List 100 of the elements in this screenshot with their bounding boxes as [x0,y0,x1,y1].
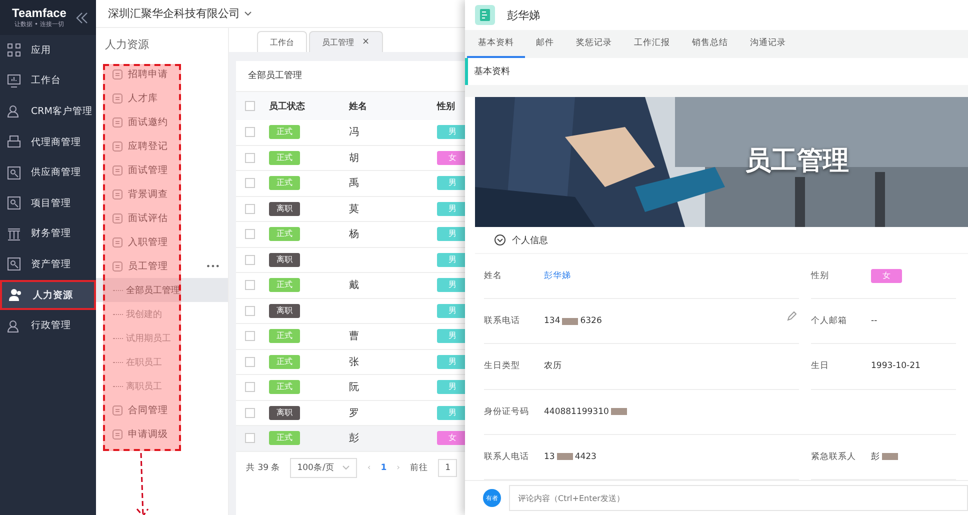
checkbox[interactable] [244,382,254,392]
menu-item[interactable]: 背景调查 [96,182,168,206]
company-selector[interactable]: 深圳汇聚华企科技有限公司 [108,6,252,21]
status-tag: 正式 [269,329,300,344]
table-cell: 罗 [349,408,359,419]
field-value: 1993-10-21 [871,361,920,372]
goto-field[interactable]: 1 [438,458,458,476]
column-header[interactable]: 姓名 [343,100,431,112]
checkbox[interactable] [244,229,254,240]
menu-item[interactable]: 面试评估 [96,206,168,230]
checkbox[interactable] [244,254,254,265]
comment-field[interactable]: 评论内容（Ctrl+Enter发送） [509,485,968,511]
banner-caption: 员工管理 [745,145,849,178]
field-label: 姓名 [484,270,503,282]
detail-tab[interactable]: 邮件 [525,30,565,58]
document-icon [112,68,123,80]
checkbox[interactable] [244,356,254,367]
menu-item[interactable]: 申请调级 [96,422,168,446]
group-title: 个人信息 [512,234,548,246]
detail-tab[interactable]: 沟通记录 [739,30,797,58]
status-tag: 正式 [269,125,300,140]
menu-item[interactable]: 招聘申请 [96,62,168,86]
field-value: 农历 [544,360,562,372]
gender-tag: 男 [437,202,468,216]
chevron-down-icon [244,10,252,16]
sidebar-item[interactable]: 资产管理 [0,249,96,280]
sidebar-item[interactable]: 财务管理 [0,218,96,250]
page-number[interactable]: 1 [380,462,387,472]
gender-tag: 男 [437,227,468,242]
detail-tab[interactable]: 奖惩记录 [565,30,623,58]
collapse-icon[interactable] [494,234,506,246]
sidebar-item[interactable]: 行政管理 [0,310,96,341]
field-label: 身份证号码 [484,406,530,418]
checkbox[interactable] [244,178,254,188]
table-cell: 戴 [349,280,359,292]
sidebar-item[interactable]: 人力资源 [0,280,96,310]
field-label: 紧急联系人 [811,450,857,463]
gender-tag: 男 [437,329,468,344]
name-link[interactable]: 彭华娣 [544,270,571,282]
status-tag: 离职 [269,252,300,267]
menu-item[interactable]: 应聘登记 [96,134,168,158]
sidebar-item[interactable]: 应用 [0,35,96,66]
status-tag: 正式 [269,380,300,394]
document-icon [112,188,123,200]
document-icon [112,116,123,128]
checkbox[interactable] [244,152,254,163]
menu-item[interactable]: 面试管理 [96,158,168,182]
page-tab[interactable]: 工作台 [257,31,307,52]
field-value: 13 [544,452,555,462]
column-header[interactable]: 性别 [431,100,461,112]
detail-tab[interactable]: 基本资料 [467,30,525,58]
menu-item[interactable]: 合同管理 [96,398,168,422]
redaction-mark [610,408,627,416]
checkbox[interactable] [244,408,254,418]
field-label: 性别 [811,270,830,282]
gender-tag: 男 [437,176,468,190]
field-value: -- [871,316,878,326]
document-icon [112,236,123,248]
gender-tag: 男 [437,252,468,267]
menu-item[interactable]: 面试邀约 [96,110,168,134]
status-tag: 离职 [269,304,300,318]
table-cell: 莫 [349,204,359,215]
checkbox[interactable] [244,101,254,111]
status-tag: 离职 [269,406,300,420]
checkbox[interactable] [244,280,254,290]
detail-tab[interactable]: 工作汇报 [623,30,681,58]
column-header[interactable]: 员工状态 [263,100,343,112]
menu-item[interactable]: 入职管理 [96,230,168,254]
field-value: 4423 [574,452,596,462]
page-size-select[interactable]: 100条/页 [290,458,358,478]
collapse-icon[interactable] [76,12,88,24]
document-icon [7,196,21,210]
field-value: 彭 [871,450,880,463]
bank-icon [7,226,21,241]
menu-item[interactable]: 人才库 [96,86,158,110]
checkbox[interactable] [244,331,254,342]
sidebar-item[interactable]: 代理商管理 [0,126,96,158]
menu-title: 人力资源 [104,37,150,53]
document-icon [7,166,21,180]
sidebar-item[interactable]: 项目管理 [0,188,96,219]
detail-tab[interactable]: 销售总结 [681,30,739,58]
document-icon [112,428,123,440]
record-title: 彭华娣 [507,8,540,22]
gender-tag: 女 [437,431,468,446]
status-tag: 正式 [269,176,300,190]
redaction-mark [882,453,898,460]
page-tab[interactable]: 员工管理 × [309,31,383,52]
document-icon [112,92,123,104]
checkbox[interactable] [244,204,254,214]
menu-item[interactable]: 员工管理 [96,254,168,278]
sidebar-item[interactable]: 工作台 [0,66,96,96]
checkbox[interactable] [244,433,254,444]
checkbox[interactable] [244,306,254,316]
status-tag: 离职 [269,202,300,216]
more-button[interactable]: ••• [206,262,220,270]
document-icon [475,5,495,25]
sidebar-item[interactable]: 供应商管理 [0,157,96,188]
sidebar-item[interactable]: CRM客户管理 [0,96,96,127]
pencil-icon[interactable] [787,311,797,322]
checkbox[interactable] [244,127,254,138]
